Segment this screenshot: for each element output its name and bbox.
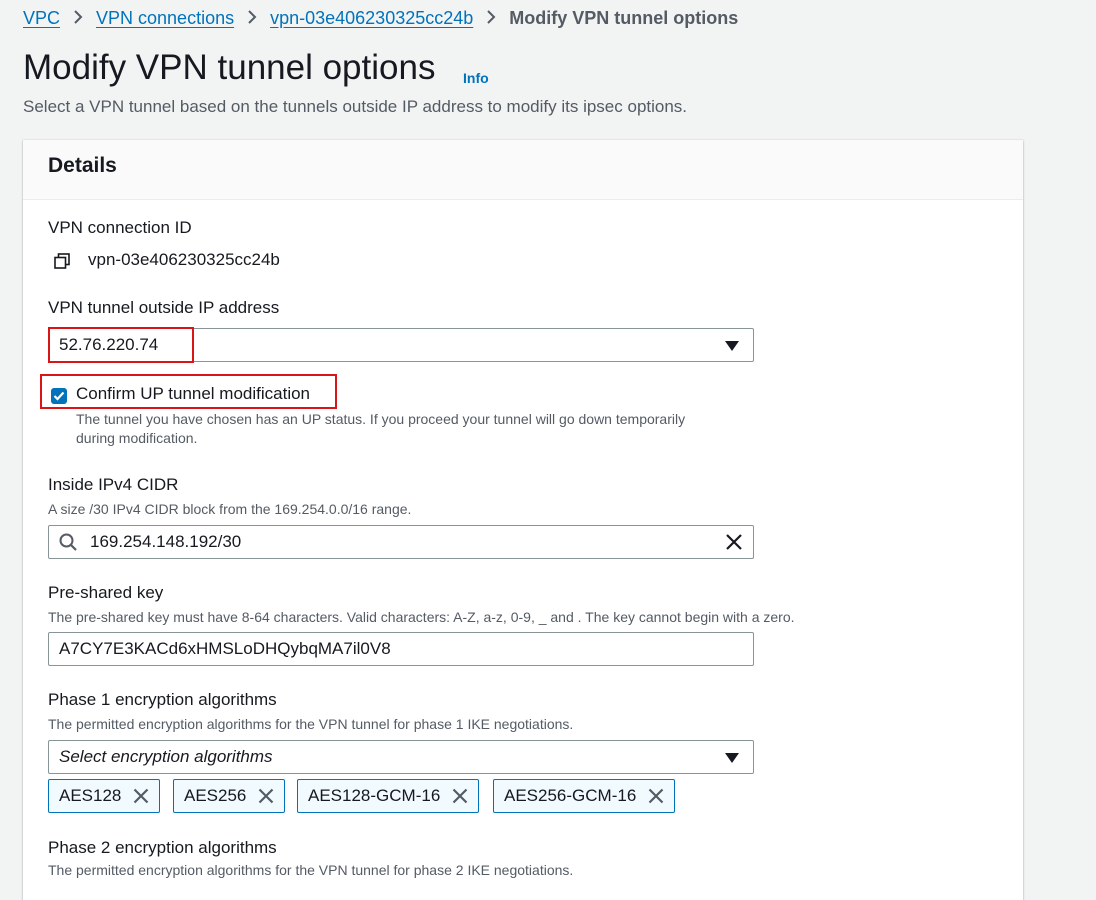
token-aes128-gcm-16: AES128-GCM-16 xyxy=(297,779,480,813)
page-description: Select a VPN tunnel based on the tunnels… xyxy=(23,97,688,116)
phase1-placeholder: Select encryption algorithms xyxy=(59,747,273,766)
chevron-right-icon xyxy=(247,8,257,29)
caret-down-icon xyxy=(725,753,739,763)
phase2-description: The permitted encryption algorithms for … xyxy=(48,862,574,878)
cidr-label: Inside IPv4 CIDR xyxy=(48,475,179,494)
phase1-description: The permitted encryption algorithms for … xyxy=(48,716,574,732)
token-label: AES256 xyxy=(184,786,247,805)
token-label: AES256-GCM-16 xyxy=(504,786,637,805)
token-label: AES128 xyxy=(59,786,122,805)
close-icon[interactable] xyxy=(725,533,743,551)
tunnel-ip-label: VPN tunnel outside IP address xyxy=(48,298,280,317)
close-icon[interactable] xyxy=(133,788,149,804)
cidr-value: 169.254.148.192/30 xyxy=(90,532,242,551)
breadcrumb-current: Modify VPN tunnel options xyxy=(509,8,739,28)
close-icon[interactable] xyxy=(452,788,468,804)
confirm-description-line2: during modification. xyxy=(76,430,198,446)
confirm-description-line1: The tunnel you have chosen has an UP sta… xyxy=(76,411,686,427)
psk-description: The pre-shared key must have 8-64 charac… xyxy=(48,609,795,625)
token-aes256-gcm-16: AES256-GCM-16 xyxy=(493,779,676,813)
psk-label: Pre-shared key xyxy=(48,583,164,602)
highlight-box xyxy=(40,374,337,409)
caret-down-icon xyxy=(725,341,739,351)
chevron-right-icon xyxy=(73,8,83,29)
psk-input[interactable]: A7CY7E3KACd6xHMSLoDHQybqMA7il0V8 xyxy=(48,632,754,666)
phase2-label: Phase 2 encryption algorithms xyxy=(48,838,277,857)
close-icon[interactable] xyxy=(258,788,274,804)
chevron-right-icon xyxy=(486,8,496,29)
psk-value: A7CY7E3KACd6xHMSLoDHQybqMA7il0V8 xyxy=(59,639,391,658)
details-title: Details xyxy=(48,154,117,177)
page-title: Modify VPN tunnel options xyxy=(23,48,436,87)
copy-icon[interactable] xyxy=(54,253,70,269)
vpn-connection-id-value: vpn-03e406230325cc24b xyxy=(88,250,280,269)
token-label: AES128-GCM-16 xyxy=(308,786,441,805)
info-link[interactable]: Info xyxy=(463,70,489,86)
token-aes128: AES128 xyxy=(48,779,161,813)
breadcrumb-link-vpn-id[interactable]: vpn-03e406230325cc24b xyxy=(270,8,473,29)
cidr-input[interactable]: 169.254.148.192/30 xyxy=(48,525,754,559)
cidr-description: A size /30 IPv4 CIDR block from the 169.… xyxy=(48,501,412,517)
vpn-connection-id-label: VPN connection ID xyxy=(48,218,192,237)
close-icon[interactable] xyxy=(648,788,664,804)
phase1-select[interactable]: Select encryption algorithms xyxy=(48,740,754,774)
details-panel-header: Details xyxy=(23,140,1023,200)
highlight-box xyxy=(48,327,194,363)
breadcrumb-link-vpn-connections[interactable]: VPN connections xyxy=(96,8,234,29)
token-aes256: AES256 xyxy=(173,779,286,813)
breadcrumb-link-vpc[interactable]: VPC xyxy=(23,8,60,29)
search-icon xyxy=(59,533,77,551)
phase1-label: Phase 1 encryption algorithms xyxy=(48,690,277,709)
details-panel: Details VPN connection ID vpn-03e4062303… xyxy=(23,140,1023,900)
breadcrumb: VPC VPN connections vpn-03e406230325cc24… xyxy=(23,8,738,29)
